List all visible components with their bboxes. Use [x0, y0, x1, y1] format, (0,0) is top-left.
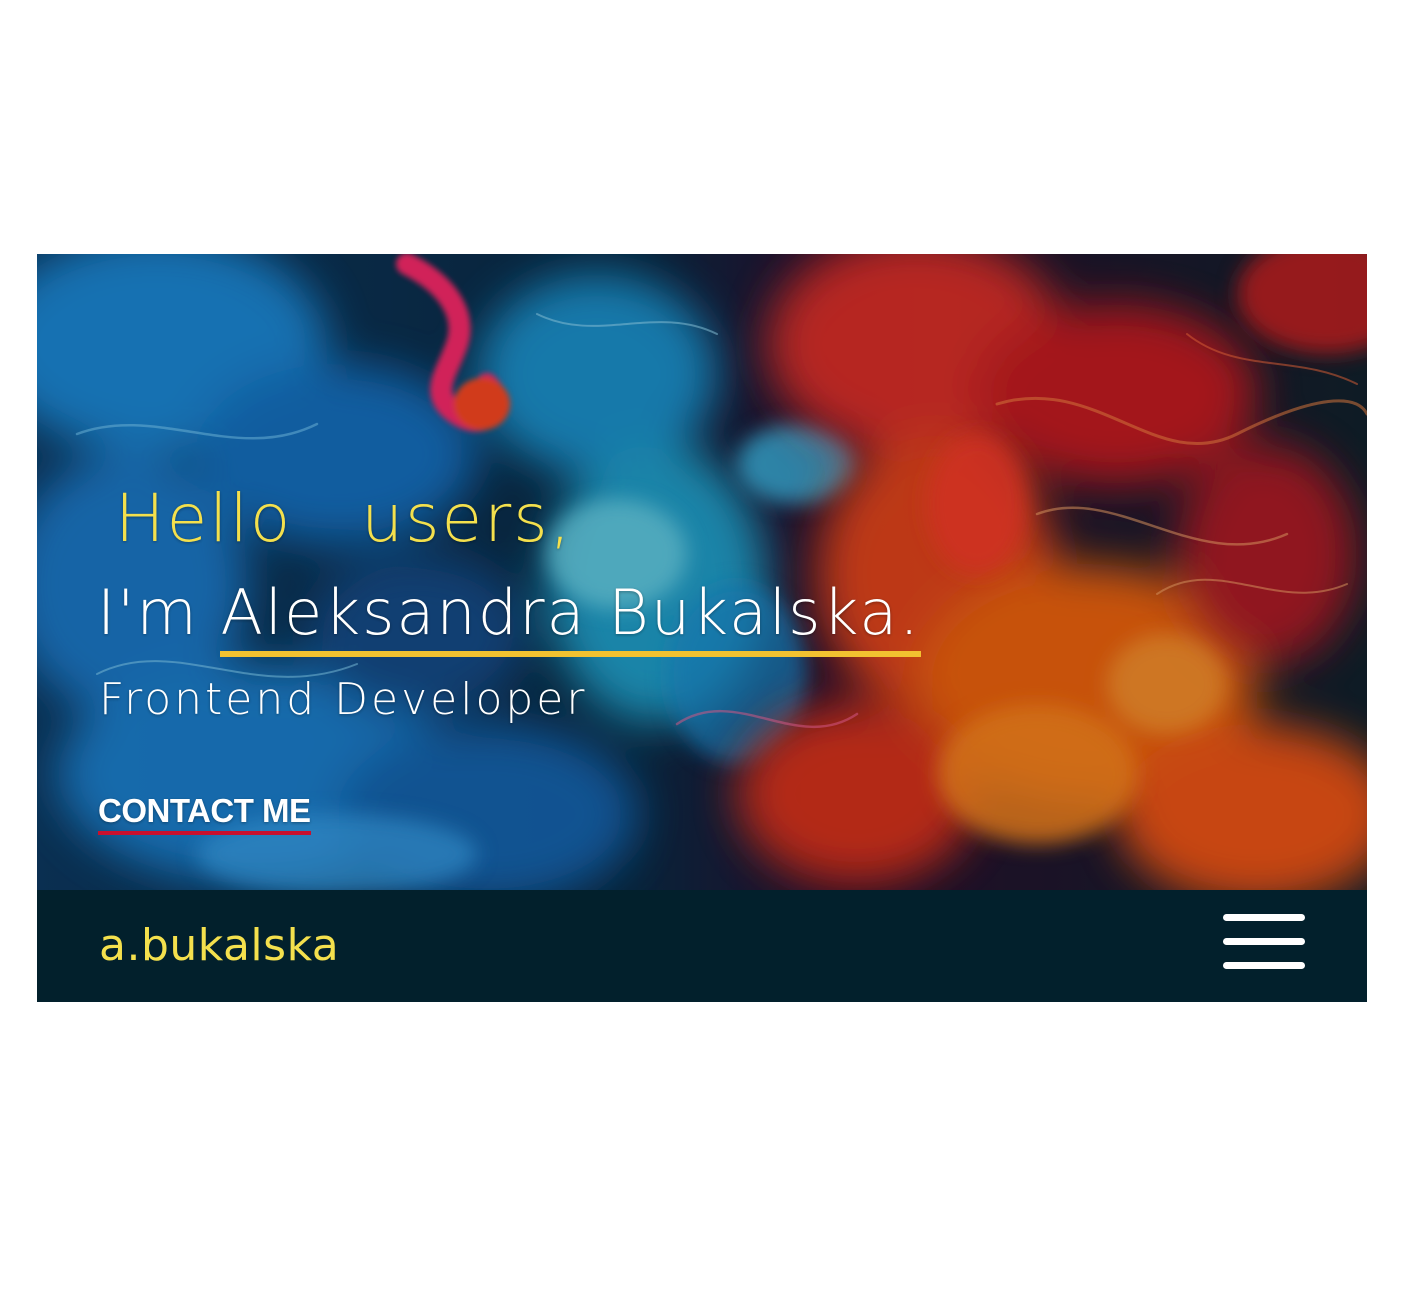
hamburger-line-top — [1223, 914, 1305, 921]
page-frame: Hello users, I'm Aleksandra Bukalska. Fr… — [37, 254, 1367, 1002]
hamburger-line-middle — [1223, 938, 1305, 945]
hero-text-block: Hello users, I'm Aleksandra Bukalska. Fr… — [37, 254, 1367, 890]
site-logo[interactable]: a.bukalska — [99, 920, 339, 971]
hamburger-line-bottom — [1223, 962, 1305, 969]
hero-intro: I'm Aleksandra Bukalska. — [97, 576, 922, 657]
hero-greeting: Hello users, — [115, 480, 573, 557]
hero-role: Frontend Developer — [99, 674, 588, 725]
intro-prefix: I'm — [97, 576, 221, 649]
greeting-users: users, — [361, 480, 573, 557]
contact-me-link[interactable]: CONTACT ME — [98, 792, 311, 835]
greeting-hello: Hello — [115, 480, 293, 557]
bottom-navbar: a.bukalska — [37, 890, 1367, 1002]
hero-name: Aleksandra Bukalska. — [220, 576, 922, 657]
hamburger-menu-icon[interactable] — [1223, 914, 1305, 970]
hero-section: Hello users, I'm Aleksandra Bukalska. Fr… — [37, 254, 1367, 890]
